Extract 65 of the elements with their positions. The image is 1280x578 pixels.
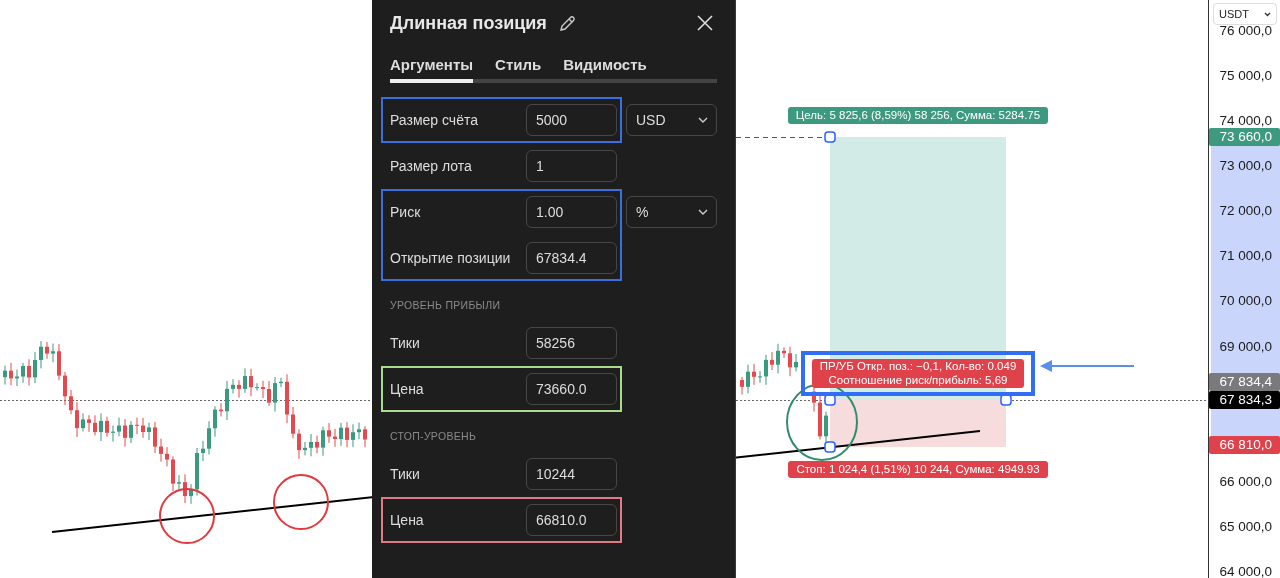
field-label: Размер лота [390,158,473,174]
candlestick [740,376,744,396]
candlestick [818,394,822,440]
tab[interactable]: Аргументы [390,52,474,83]
drag-handle[interactable] [1000,394,1012,406]
candlestick [776,343,780,374]
section-heading: СТОП-УРОВЕНЬ [389,429,478,444]
price-tag: 66 810,0 [1209,436,1280,454]
axis-label: 66 000,0 [1219,472,1272,491]
input-field[interactable]: 67834.4 [526,242,617,274]
input-field[interactable]: 5000 [526,104,617,136]
close-icon[interactable] [697,15,713,31]
input-field[interactable]: 1.00 [526,196,617,228]
axis-label: 64 000,0 [1219,562,1272,578]
input-field[interactable]: 1 [526,150,617,182]
candlestick [782,346,786,359]
candlestick [764,354,768,386]
drag-handle[interactable] [824,131,836,143]
currency-dropdown[interactable]: USDT [1213,3,1277,25]
field-label: Риск [390,204,422,220]
field-label: Цена [390,381,425,397]
unit-dropdown[interactable]: % [626,196,717,228]
tab[interactable]: Видимость [563,52,647,83]
field-label: Открытие позиции [390,250,512,266]
stop-label: Стоп: 1 024,4 (1,51%) 10 244, Сумма: 4949.93 [788,461,1048,478]
chevron-icon [698,209,708,215]
axis-label: 76 000,0 [1219,22,1272,40]
dialog-title: Длинная позиция [390,12,547,34]
candlestick [752,363,756,386]
tab[interactable]: Стиль [495,52,542,83]
price-tag: 67 834,4 [1209,373,1280,391]
candlestick [746,364,750,394]
target-label: Цель: 5 825,6 (8,59%) 58 256, Сумма: 5284.75 [788,107,1048,124]
input-field[interactable]: 66810.0 [526,504,617,536]
unit-dropdown[interactable]: USD [626,104,717,136]
input-field[interactable]: 73660.0 [526,373,617,405]
axis-label: 73 000,0 [1219,157,1272,176]
axis-label: 75 000,0 [1219,67,1272,86]
section-heading: УРОВЕНЬ ПРИБЫЛИ [389,298,502,313]
risk-reward-label: ПР/УБ Откр. поз.: −0,1, Кол-во: 0.049 Соотношение риск/прибыль: 5,69 [812,359,1024,388]
circle-annotation [273,474,329,530]
candlestick [788,346,792,377]
field-label: Цена [390,512,425,528]
field-label: Тики [390,466,421,482]
circle-annotation [159,488,215,544]
chevron-icon [1264,11,1271,17]
candlestick [794,353,798,372]
axis-label: 70 000,0 [1219,292,1272,311]
drag-handle[interactable] [824,394,836,406]
axis-label: 71 000,0 [1219,247,1272,266]
input-field[interactable]: 58256 [526,327,617,359]
chevron-icon [698,117,708,123]
candlestick [758,370,762,384]
pencil-icon[interactable] [558,14,576,32]
drag-handle[interactable] [824,441,836,453]
axis-label: 65 000,0 [1219,517,1272,536]
input-field[interactable]: 10244 [526,458,617,490]
field-label: Тики [390,335,421,351]
axis-label: 72 000,0 [1219,202,1272,221]
axis-label: 74 000,0 [1219,112,1272,131]
axis-label: 69 000,0 [1219,337,1272,356]
candlestick [770,351,774,371]
field-label: Размер счёта [390,112,479,128]
price-tag: 67 834,3 [1209,391,1280,409]
price-tag: 73 660,0 [1209,128,1280,146]
